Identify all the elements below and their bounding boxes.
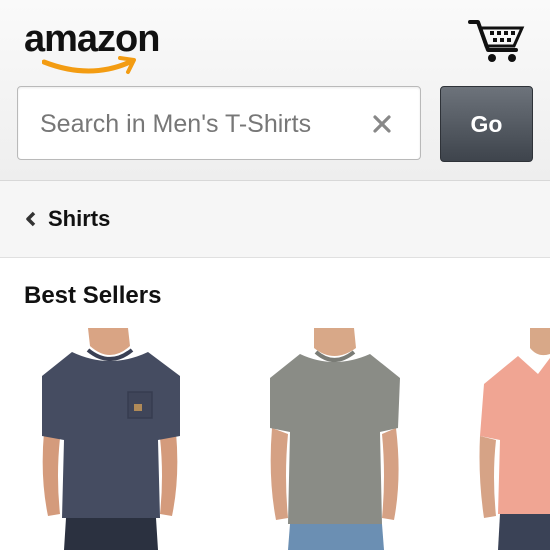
- search-input[interactable]: [38, 107, 362, 141]
- header-bar: amazon Go: [0, 0, 550, 181]
- product-image-gray-tshirt[interactable]: [262, 328, 412, 550]
- amazon-smile-arrow-icon: [42, 56, 136, 74]
- breadcrumb-label: Shirts: [48, 206, 111, 231]
- search-box: [17, 86, 421, 160]
- section-title: Best Sellers: [24, 282, 162, 309]
- go-button[interactable]: Go: [440, 86, 533, 162]
- amazon-logo[interactable]: amazon: [24, 14, 164, 74]
- logo-text: amazon: [24, 18, 160, 60]
- chevron-left-icon: [26, 211, 36, 227]
- product-image-navy-tshirt[interactable]: [30, 328, 190, 550]
- breadcrumb[interactable]: Shirts: [0, 181, 550, 258]
- close-icon[interactable]: [373, 115, 391, 133]
- shopping-cart-icon[interactable]: [468, 18, 526, 64]
- product-image-salmon-tshirt[interactable]: [478, 328, 550, 550]
